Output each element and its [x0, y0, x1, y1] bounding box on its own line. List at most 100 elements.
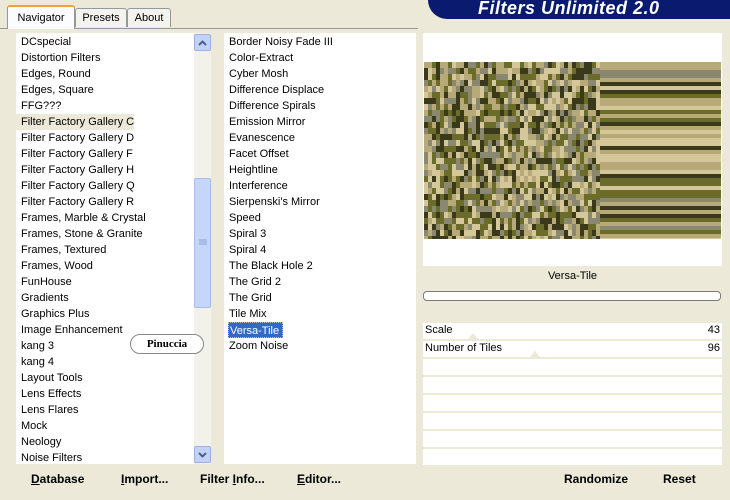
preview-tile — [472, 110, 476, 116]
list-item[interactable]: Emission Mirror — [224, 114, 305, 130]
preview-tile — [540, 230, 544, 236]
filter-list[interactable]: Border Noisy Fade III Color-Extract Cyber … — [224, 33, 416, 464]
preview-tile — [496, 200, 500, 206]
list-item[interactable]: Versa-Tile — [228, 322, 283, 338]
scroll-thumb[interactable] — [194, 178, 211, 308]
list-item[interactable]: Image Enhancement — [16, 322, 123, 338]
preview-tile — [572, 212, 576, 218]
preview-tile — [480, 146, 484, 152]
param-number-of-tiles[interactable]: Number of Tiles 96 — [423, 340, 722, 357]
list-item[interactable]: Lens Effects — [16, 386, 81, 402]
list-item[interactable]: Filter Factory Gallery C — [16, 114, 135, 130]
preview-tile — [440, 146, 444, 152]
list-item[interactable]: Facet Offset — [224, 146, 289, 162]
list-item[interactable]: Filter Factory Gallery D — [16, 130, 134, 146]
preview-tile — [584, 176, 588, 182]
list-item[interactable]: Heightline — [224, 162, 278, 178]
list-item[interactable]: DCspecial — [16, 34, 71, 50]
preview-tile — [492, 206, 496, 212]
scroll-up-button[interactable] — [194, 34, 211, 51]
preview-tile — [588, 146, 592, 152]
tab-presets[interactable]: Presets — [75, 8, 127, 27]
list-item[interactable]: kang 3 — [16, 338, 54, 354]
reset-button[interactable]: Reset — [663, 472, 696, 486]
preview-tile — [548, 110, 552, 116]
list-item[interactable]: Frames, Wood — [16, 258, 93, 274]
list-item[interactable]: Edges, Round — [16, 66, 91, 82]
list-item[interactable]: Filter Factory Gallery Q — [16, 178, 135, 194]
list-item[interactable]: Spiral 4 — [224, 242, 266, 258]
list-item[interactable]: Spiral 3 — [224, 226, 266, 242]
preview-tile — [432, 74, 436, 80]
category-scrollbar[interactable] — [194, 33, 211, 464]
list-item[interactable]: Neology — [16, 434, 61, 450]
list-item[interactable]: Difference Spirals — [224, 98, 316, 114]
list-item[interactable]: Mock — [16, 418, 47, 434]
list-item[interactable]: Zoom Noise — [224, 338, 288, 354]
list-item[interactable]: Cyber Mosh — [224, 66, 288, 82]
preview-tile — [488, 176, 492, 182]
database-button[interactable]: Database — [31, 472, 84, 486]
preview-tile — [516, 128, 520, 134]
list-item[interactable]: Tile Mix — [224, 306, 266, 322]
list-item[interactable]: Distortion Filters — [16, 50, 100, 66]
list-item[interactable]: Border Noisy Fade III — [224, 34, 333, 50]
list-item[interactable]: Interference — [224, 178, 288, 194]
preview-tile — [464, 194, 468, 200]
preview-tile — [588, 170, 592, 176]
preview-tile — [428, 188, 432, 194]
preview-tile — [460, 92, 464, 98]
preview-tile — [476, 128, 480, 134]
list-item[interactable]: Gradients — [16, 290, 69, 306]
list-item[interactable]: Difference Displace — [224, 82, 324, 98]
list-item[interactable]: Frames, Textured — [16, 242, 106, 258]
list-item[interactable]: FFG??? — [16, 98, 61, 114]
randomize-button[interactable]: Randomize — [564, 472, 628, 486]
list-item[interactable]: Sierpenski's Mirror — [224, 194, 320, 210]
editor-button[interactable]: Editor... — [297, 472, 341, 486]
list-item[interactable]: Noise Filters — [16, 450, 82, 464]
preview-tile — [512, 200, 516, 206]
slider-thumb-icon[interactable] — [468, 333, 478, 339]
category-list[interactable]: DCspecial Distortion Filters Edges, Round E… — [16, 33, 194, 464]
tab-navigator[interactable]: Navigator — [7, 5, 75, 29]
list-item[interactable]: Evanescence — [224, 130, 295, 146]
preview-tile — [500, 134, 504, 140]
list-item[interactable]: The Black Hole 2 — [224, 258, 313, 274]
preview-tile — [544, 98, 548, 104]
import-button[interactable]: Import... — [121, 472, 168, 486]
list-item[interactable]: Speed — [224, 210, 261, 226]
list-item[interactable]: Frames, Stone & Granite — [16, 226, 143, 242]
list-item[interactable]: Edges, Square — [16, 82, 94, 98]
scroll-down-button[interactable] — [194, 446, 211, 463]
preview-tile — [424, 170, 428, 176]
list-item[interactable]: kang 4 — [16, 354, 54, 370]
filter-info-button[interactable]: Filter Info... — [200, 472, 265, 486]
preview-tile — [560, 80, 564, 86]
preview-tile — [484, 236, 488, 239]
preview-tile — [556, 86, 560, 92]
preview-tile — [524, 68, 528, 74]
preview-tile — [472, 236, 476, 239]
preview-tile — [444, 218, 448, 224]
list-item[interactable]: Graphics Plus — [16, 306, 89, 322]
preview-stripe — [600, 202, 721, 206]
list-item[interactable]: Lens Flares — [16, 402, 78, 418]
preview-tile — [508, 110, 512, 116]
list-item[interactable]: FunHouse — [16, 274, 72, 290]
slider-thumb-icon[interactable] — [530, 351, 540, 357]
list-item[interactable]: The Grid — [224, 290, 272, 306]
list-item[interactable]: Layout Tools — [16, 370, 83, 386]
list-item[interactable]: Color-Extract — [224, 50, 293, 66]
list-item[interactable]: The Grid 2 — [224, 274, 281, 290]
tab-about[interactable]: About — [127, 8, 171, 27]
list-item[interactable]: Filter Factory Gallery H — [16, 162, 134, 178]
preview-tile — [564, 80, 568, 86]
list-item[interactable]: Filter Factory Gallery R — [16, 194, 134, 210]
list-item[interactable]: Frames, Marble & Crystal — [16, 210, 146, 226]
list-item[interactable]: Filter Factory Gallery F — [16, 146, 133, 162]
preview-tile — [552, 182, 556, 188]
preview-tile — [536, 188, 540, 194]
param-scale[interactable]: Scale 43 — [423, 322, 722, 339]
preview-tile — [456, 68, 460, 74]
